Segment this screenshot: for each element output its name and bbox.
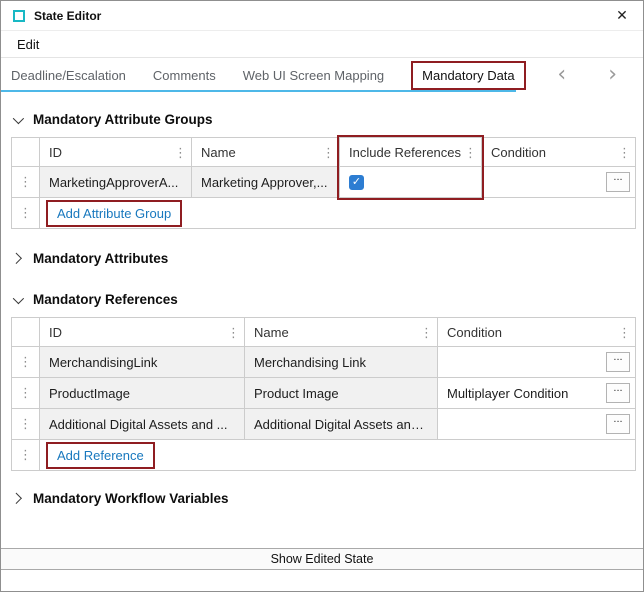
cell-condition: ... xyxy=(438,347,636,378)
section-header-attributes[interactable]: Mandatory Attributes xyxy=(13,251,633,266)
references-table-wrap: ID ⋮ Name ⋮ Condition ⋮ xyxy=(11,317,633,471)
tab-deadline-escalation[interactable]: Deadline/Escalation xyxy=(11,68,126,83)
column-header-condition[interactable]: Condition ⋮ xyxy=(438,318,636,347)
column-header-include-references[interactable]: Include References ⋮ xyxy=(340,138,482,167)
handle-column-header xyxy=(12,318,40,347)
column-label: ID xyxy=(49,325,62,340)
table-row: ⋮ ProductImage Product Image Multiplayer… xyxy=(12,378,636,409)
tab-web-ui-screen-mapping[interactable]: Web UI Screen Mapping xyxy=(243,68,384,83)
row-drag-handle: ⋮ xyxy=(12,440,40,471)
cell-name[interactable]: Marketing Approver,... xyxy=(192,167,340,198)
column-menu-icon[interactable]: ⋮ xyxy=(618,146,631,159)
tab-scroll-nav: ‹ › xyxy=(557,66,625,84)
column-menu-icon[interactable]: ⋮ xyxy=(464,146,477,159)
column-header-id[interactable]: ID ⋮ xyxy=(40,138,192,167)
add-cell: Add Reference xyxy=(40,440,636,471)
column-header-name[interactable]: Name ⋮ xyxy=(192,138,340,167)
row-drag-handle[interactable]: ⋮ xyxy=(12,378,40,409)
show-edited-state-button[interactable]: Show Edited State xyxy=(1,548,643,570)
tab-bar: Deadline/Escalation Comments Web UI Scre… xyxy=(1,58,643,92)
section-title: Mandatory Attributes xyxy=(33,251,168,266)
section-header-references[interactable]: Mandatory References xyxy=(13,292,633,307)
column-label: Condition xyxy=(491,145,546,160)
table-row: ⋮ Additional Digital Assets and ... Addi… xyxy=(12,409,636,440)
column-menu-icon[interactable]: ⋮ xyxy=(420,326,433,339)
close-button[interactable]: ✕ xyxy=(601,1,643,30)
cell-name[interactable]: Additional Digital Assets and ... xyxy=(245,409,438,440)
add-row: ⋮ Add Attribute Group xyxy=(12,198,636,229)
add-row: ⋮ Add Reference xyxy=(12,440,636,471)
window-title: State Editor xyxy=(34,9,101,23)
chevron-left-icon[interactable]: ‹ xyxy=(557,66,566,84)
section-title: Mandatory Workflow Variables xyxy=(33,491,229,506)
table-row: ⋮ MarketingApproverA... Marketing Approv… xyxy=(12,167,636,198)
cell-condition: Multiplayer Condition ... xyxy=(438,378,636,409)
cell-id[interactable]: MarketingApproverA... xyxy=(40,167,192,198)
add-reference-link[interactable]: Add Reference xyxy=(46,442,155,469)
condition-editor-button[interactable]: ... xyxy=(606,383,630,403)
tab-underline xyxy=(1,90,516,92)
cell-id[interactable]: ProductImage xyxy=(40,378,245,409)
menu-item-edit[interactable]: Edit xyxy=(13,35,43,54)
chevron-down-icon xyxy=(13,112,24,123)
table-row: ⋮ MerchandisingLink Merchandising Link .… xyxy=(12,347,636,378)
condition-editor-button[interactable]: ... xyxy=(606,352,630,372)
header-row: ID ⋮ Name ⋮ Condition ⋮ xyxy=(12,318,636,347)
menu-bar: Edit xyxy=(1,31,643,58)
cell-include-references: ✓ xyxy=(340,167,482,198)
footer: Show Edited State xyxy=(1,548,643,591)
row-drag-handle[interactable]: ⋮ xyxy=(12,409,40,440)
cell-condition: ... xyxy=(482,167,636,198)
references-table: ID ⋮ Name ⋮ Condition ⋮ xyxy=(11,317,636,471)
attribute-groups-table-wrap: ID ⋮ Name ⋮ Include References ⋮ xyxy=(11,137,633,229)
include-references-checkbox[interactable]: ✓ xyxy=(349,175,364,190)
state-editor-window: State Editor ✕ Edit Deadline/Escalation … xyxy=(0,0,644,592)
content-area: Mandatory Attribute Groups ID ⋮ xyxy=(1,92,643,548)
column-header-condition[interactable]: Condition ⋮ xyxy=(482,138,636,167)
column-label: Name xyxy=(201,145,236,160)
column-menu-icon[interactable]: ⋮ xyxy=(322,146,335,159)
column-header-name[interactable]: Name ⋮ xyxy=(245,318,438,347)
section-title: Mandatory Attribute Groups xyxy=(33,112,213,127)
cell-name[interactable]: Product Image xyxy=(245,378,438,409)
column-label: Name xyxy=(254,325,289,340)
tab-mandatory-data[interactable]: Mandatory Data xyxy=(411,61,526,90)
condition-editor-button[interactable]: ... xyxy=(606,414,630,434)
cell-condition: ... xyxy=(438,409,636,440)
chevron-down-icon xyxy=(13,292,24,303)
chevron-right-icon xyxy=(11,252,22,263)
column-menu-icon[interactable]: ⋮ xyxy=(227,326,240,339)
column-menu-icon[interactable]: ⋮ xyxy=(618,326,631,339)
app-icon xyxy=(13,10,25,22)
add-attribute-group-link[interactable]: Add Attribute Group xyxy=(46,200,182,227)
row-drag-handle: ⋮ xyxy=(12,198,40,229)
row-drag-handle[interactable]: ⋮ xyxy=(12,167,40,198)
condition-editor-button[interactable]: ... xyxy=(606,172,630,192)
cell-id[interactable]: Additional Digital Assets and ... xyxy=(40,409,245,440)
cell-id[interactable]: MerchandisingLink xyxy=(40,347,245,378)
attribute-groups-table: ID ⋮ Name ⋮ Include References ⋮ xyxy=(11,137,636,229)
handle-column-header xyxy=(12,138,40,167)
cell-name[interactable]: Merchandising Link xyxy=(245,347,438,378)
header-row: ID ⋮ Name ⋮ Include References ⋮ xyxy=(12,138,636,167)
row-drag-handle[interactable]: ⋮ xyxy=(12,347,40,378)
column-menu-icon[interactable]: ⋮ xyxy=(174,146,187,159)
add-cell: Add Attribute Group xyxy=(40,198,636,229)
check-icon: ✓ xyxy=(352,177,361,188)
column-label: Condition xyxy=(447,325,502,340)
chevron-right-icon xyxy=(11,492,22,503)
column-header-id[interactable]: ID ⋮ xyxy=(40,318,245,347)
condition-value: Multiplayer Condition xyxy=(447,386,568,401)
column-label: Include References xyxy=(349,145,461,160)
tab-comments[interactable]: Comments xyxy=(153,68,216,83)
section-title: Mandatory References xyxy=(33,292,178,307)
section-header-workflow-variables[interactable]: Mandatory Workflow Variables xyxy=(13,491,633,506)
column-label: ID xyxy=(49,145,62,160)
title-bar: State Editor ✕ xyxy=(1,1,643,31)
section-header-attribute-groups[interactable]: Mandatory Attribute Groups xyxy=(13,112,633,127)
chevron-right-icon[interactable]: › xyxy=(608,66,617,84)
